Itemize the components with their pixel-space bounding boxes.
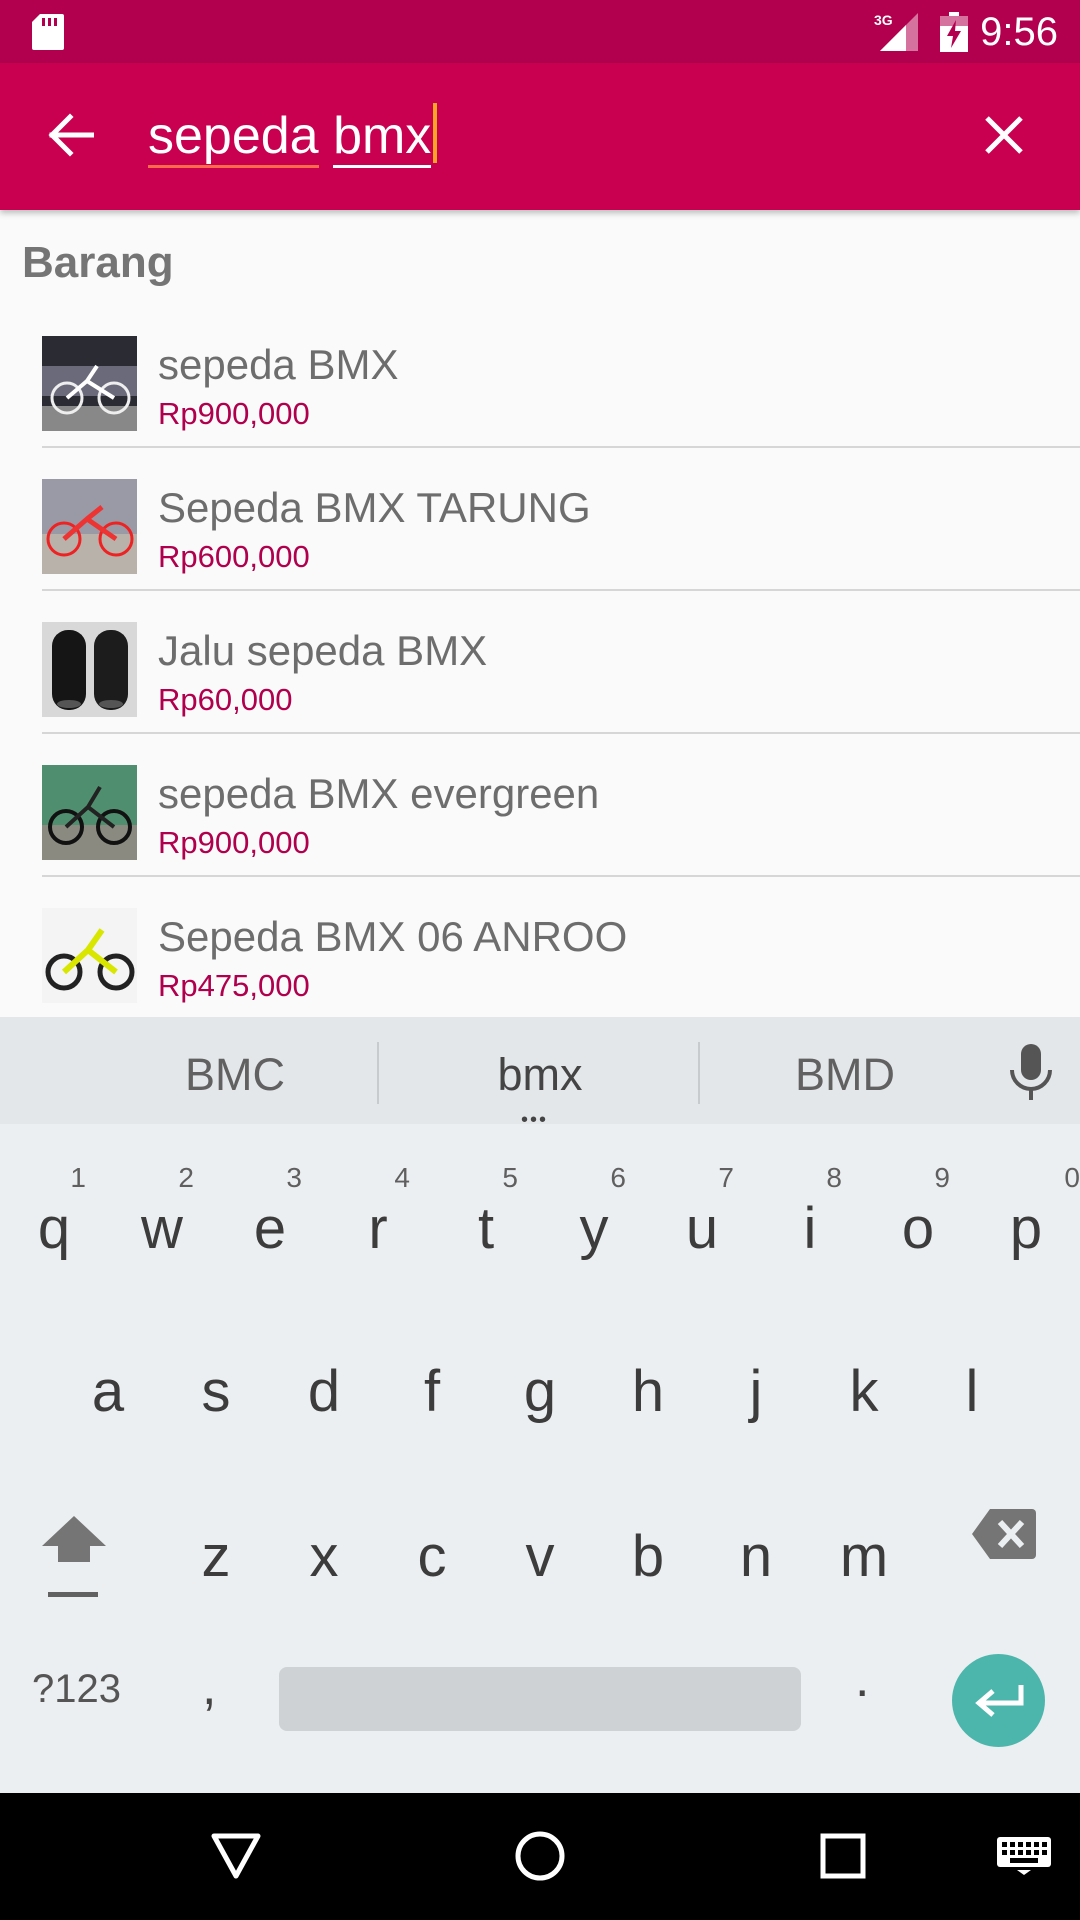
product-price: Rp900,000 xyxy=(158,825,310,860)
product-name: Jalu sepeda BMX xyxy=(158,627,488,674)
keyboard-switch-button[interactable] xyxy=(994,1821,1054,1891)
search-input[interactable]: sepeda bmx xyxy=(148,93,928,179)
list-item[interactable]: sepeda BMX evergreen Rp900,000 xyxy=(0,734,1080,877)
key-e[interactable]: 3e xyxy=(216,1154,324,1294)
suggestion-divider xyxy=(377,1042,379,1104)
key-j[interactable]: j xyxy=(702,1317,810,1457)
key-w[interactable]: 2w xyxy=(108,1154,216,1294)
key-v[interactable]: v xyxy=(486,1482,594,1622)
search-query-word-1: sepeda xyxy=(148,107,319,168)
square-recents-icon xyxy=(820,1833,866,1879)
key-o[interactable]: 9o xyxy=(864,1154,972,1294)
key-k[interactable]: k xyxy=(810,1317,918,1457)
product-name: sepeda BMX evergreen xyxy=(158,770,600,817)
clock: 9:56 xyxy=(980,10,1058,54)
product-price: Rp60,000 xyxy=(158,682,293,717)
key-s[interactable]: s xyxy=(162,1317,270,1457)
product-name: sepeda BMX xyxy=(158,341,399,388)
close-icon xyxy=(985,116,1023,154)
key-b[interactable]: b xyxy=(594,1482,702,1622)
key-d[interactable]: d xyxy=(270,1317,378,1457)
list-item[interactable]: Jalu sepeda BMX Rp60,000 xyxy=(0,591,1080,734)
key-y[interactable]: 6y xyxy=(540,1154,648,1294)
key-t[interactable]: 5t xyxy=(432,1154,540,1294)
list-item[interactable]: Sepeda BMX TARUNG Rp600,000 xyxy=(0,448,1080,591)
suggestion-strip: BMC bmx ••• BMD xyxy=(0,1017,1080,1131)
product-thumbnail xyxy=(42,765,137,860)
more-suggestions-indicator: ••• xyxy=(521,1109,549,1131)
list-item[interactable]: Sepeda BMX 06 ANROO Rp475,000 xyxy=(0,877,1080,1017)
clear-search-button[interactable] xyxy=(974,105,1034,165)
battery-charging-icon xyxy=(940,12,968,52)
key-u[interactable]: 7u xyxy=(648,1154,756,1294)
enter-button[interactable] xyxy=(952,1654,1045,1747)
key-i[interactable]: 8i xyxy=(756,1154,864,1294)
section-title: Barang xyxy=(22,238,174,287)
screen: 3G 9:56 sepeda bmx Barang sepeda BMX Rp9… xyxy=(0,0,1080,1920)
back-button[interactable] xyxy=(40,105,100,165)
microphone-icon[interactable] xyxy=(1008,1044,1054,1100)
enter-icon xyxy=(974,1684,1023,1717)
search-app-bar: sepeda bmx xyxy=(0,63,1080,210)
keyboard-icon xyxy=(997,1837,1051,1875)
key-z[interactable]: z xyxy=(162,1482,270,1622)
suggestion-center[interactable]: bmx xyxy=(410,1017,670,1124)
triangle-back-icon xyxy=(211,1833,261,1879)
key-c[interactable]: c xyxy=(378,1482,486,1622)
product-name: Sepeda BMX TARUNG xyxy=(158,484,591,531)
arrow-back-icon xyxy=(48,113,94,157)
product-thumbnail xyxy=(42,479,137,574)
symbols-key[interactable]: ?123 xyxy=(32,1667,121,1712)
key-l[interactable]: l xyxy=(918,1317,1026,1457)
key-r[interactable]: 4r xyxy=(324,1154,432,1294)
space-bar[interactable] xyxy=(279,1667,801,1731)
product-price: Rp900,000 xyxy=(158,396,310,431)
shift-icon[interactable] xyxy=(38,1512,110,1612)
product-thumbnail xyxy=(42,336,137,431)
list-item[interactable]: sepeda BMX Rp900,000 xyxy=(0,305,1080,448)
text-cursor xyxy=(433,103,438,163)
signal-icon: 3G xyxy=(874,12,918,51)
product-price: Rp475,000 xyxy=(158,968,310,1003)
product-price: Rp600,000 xyxy=(158,539,310,574)
nav-recents-button[interactable] xyxy=(808,1821,878,1891)
key-p[interactable]: 0p xyxy=(972,1154,1080,1294)
circle-home-icon xyxy=(515,1831,565,1881)
soft-keyboard: BMC bmx ••• BMD 1q 2w 3e 4r 5t 6y 7u 8i … xyxy=(0,1017,1080,1793)
product-thumbnail xyxy=(42,622,137,717)
backspace-icon[interactable] xyxy=(972,1509,1036,1559)
key-q[interactable]: 1q xyxy=(0,1154,108,1294)
search-query-word-2: bmx xyxy=(333,107,432,168)
nav-back-button[interactable] xyxy=(201,1821,271,1891)
key-h[interactable]: h xyxy=(594,1317,702,1457)
sd-card-icon xyxy=(32,14,64,50)
key-f[interactable]: f xyxy=(378,1317,486,1457)
key-a[interactable]: a xyxy=(54,1317,162,1457)
key-m[interactable]: m xyxy=(810,1482,918,1622)
key-n[interactable]: n xyxy=(702,1482,810,1622)
suggestion-left[interactable]: BMC xyxy=(110,1017,360,1124)
suggestion-right[interactable]: BMD xyxy=(720,1017,970,1124)
suggestion-divider xyxy=(698,1042,700,1104)
status-bar: 3G 9:56 xyxy=(0,0,1080,63)
key-x[interactable]: x xyxy=(270,1482,378,1622)
system-nav-bar xyxy=(0,1793,1080,1920)
period-key[interactable]: . xyxy=(855,1649,869,1709)
network-type-label: 3G xyxy=(874,13,893,28)
product-name: Sepeda BMX 06 ANROO xyxy=(158,913,628,960)
product-thumbnail xyxy=(42,908,137,1003)
key-g[interactable]: g xyxy=(486,1317,594,1457)
result-list: sepeda BMX Rp900,000 Sepeda BMX TARUNG R… xyxy=(0,305,1080,1017)
nav-home-button[interactable] xyxy=(505,1821,575,1891)
comma-key[interactable]: , xyxy=(202,1657,216,1717)
